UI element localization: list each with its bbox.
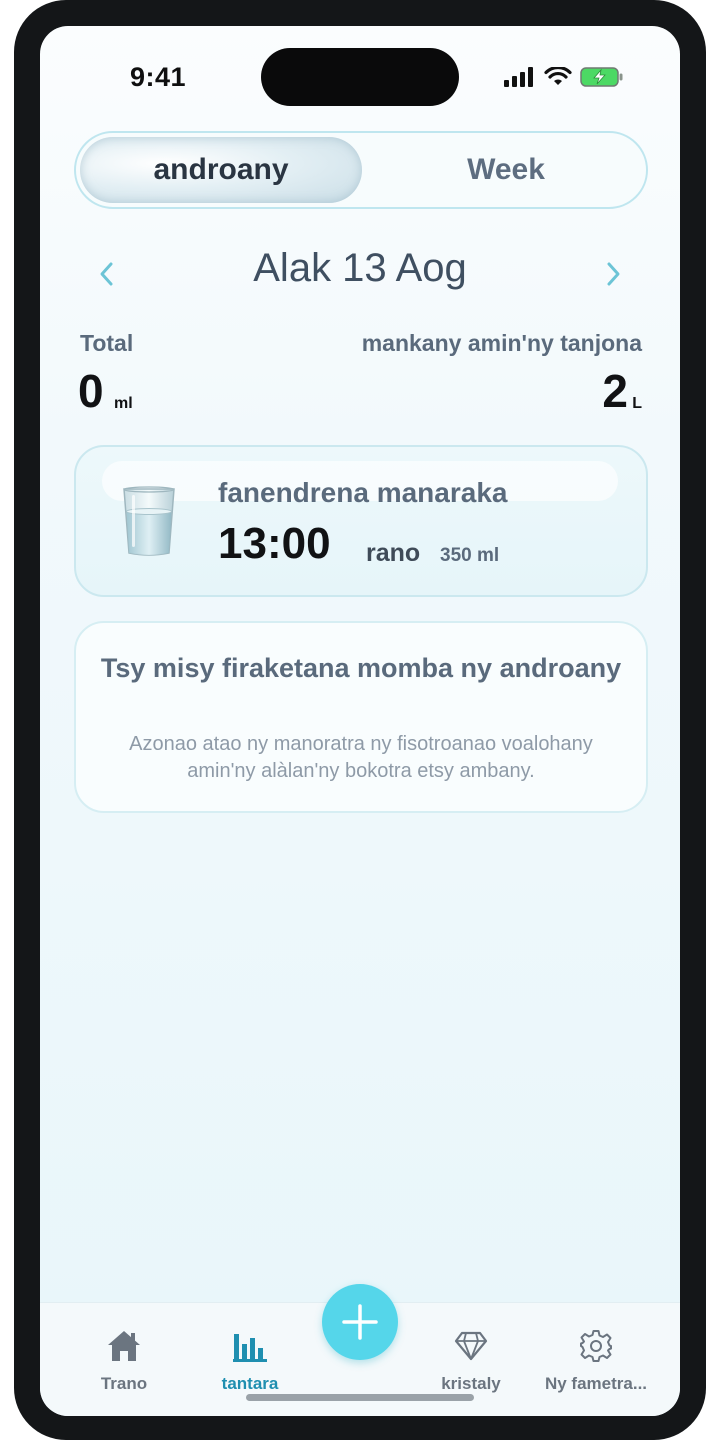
- total-unit: ml: [114, 395, 133, 412]
- total-label: Total: [80, 330, 134, 356]
- add-drink-button[interactable]: [322, 1284, 398, 1360]
- date-title: Alak 13 Aog: [253, 246, 467, 290]
- dynamic-island: [261, 48, 459, 106]
- house-icon: [108, 1331, 140, 1361]
- tab-crystals-label: kristaly: [441, 1374, 501, 1393]
- battery-icon: [580, 67, 623, 87]
- app-screen: 9:41 androany Week Alak 13 Aog Total 0 m…: [40, 26, 680, 1416]
- empty-state-text: Azonao atao ny manoratra ny fisotroanao …: [129, 733, 593, 782]
- bar-chart-icon: [233, 1334, 267, 1362]
- wifi-icon: [544, 67, 572, 85]
- goal-value: 2: [602, 365, 628, 417]
- empty-state-card: Tsy misy firaketana momba ny androany Az…: [74, 621, 648, 813]
- tab-home[interactable]: Trano: [60, 1326, 188, 1394]
- empty-state-title: Tsy misy firaketana momba ny androany: [100, 653, 622, 683]
- gear-icon: [580, 1330, 612, 1362]
- tab-history[interactable]: tantara: [186, 1326, 314, 1394]
- period-segmented-control: androany Week: [74, 131, 648, 209]
- tab-home-label: Trano: [100, 1374, 148, 1393]
- home-indicator[interactable]: [246, 1394, 474, 1401]
- segment-day[interactable]: androany: [80, 137, 362, 203]
- goal-unit: L: [632, 395, 642, 412]
- signal-icon: [504, 67, 533, 87]
- tab-crystals[interactable]: kristaly: [407, 1326, 535, 1394]
- reminder-amount: 350 ml: [440, 545, 500, 566]
- tab-settings-label: Ny fametra...: [544, 1374, 648, 1393]
- water-glass-icon: [123, 486, 175, 556]
- status-icons: [504, 66, 624, 88]
- chevron-right-icon: [607, 262, 620, 286]
- status-time: 9:41: [130, 62, 187, 92]
- reminder-time: 13:00: [218, 519, 331, 568]
- total-value: 0: [78, 365, 104, 417]
- goal-label: mankany amin'ny tanjona: [361, 330, 642, 356]
- chevron-left-icon: [100, 262, 113, 286]
- previous-day-button[interactable]: [86, 254, 126, 294]
- reminder-title: fanendrena manaraka: [218, 477, 508, 508]
- tab-settings[interactable]: Ny fametra...: [532, 1326, 660, 1394]
- next-day-button[interactable]: [594, 254, 634, 294]
- reminder-drink-type: rano: [366, 539, 421, 567]
- next-reminder-card[interactable]: fanendrena manaraka 13:00 rano 350 ml: [74, 445, 648, 597]
- segment-week[interactable]: Week: [366, 137, 646, 203]
- plus-icon: [342, 1304, 378, 1340]
- diamond-icon: [454, 1331, 488, 1361]
- tab-history-label: tantara: [221, 1374, 279, 1393]
